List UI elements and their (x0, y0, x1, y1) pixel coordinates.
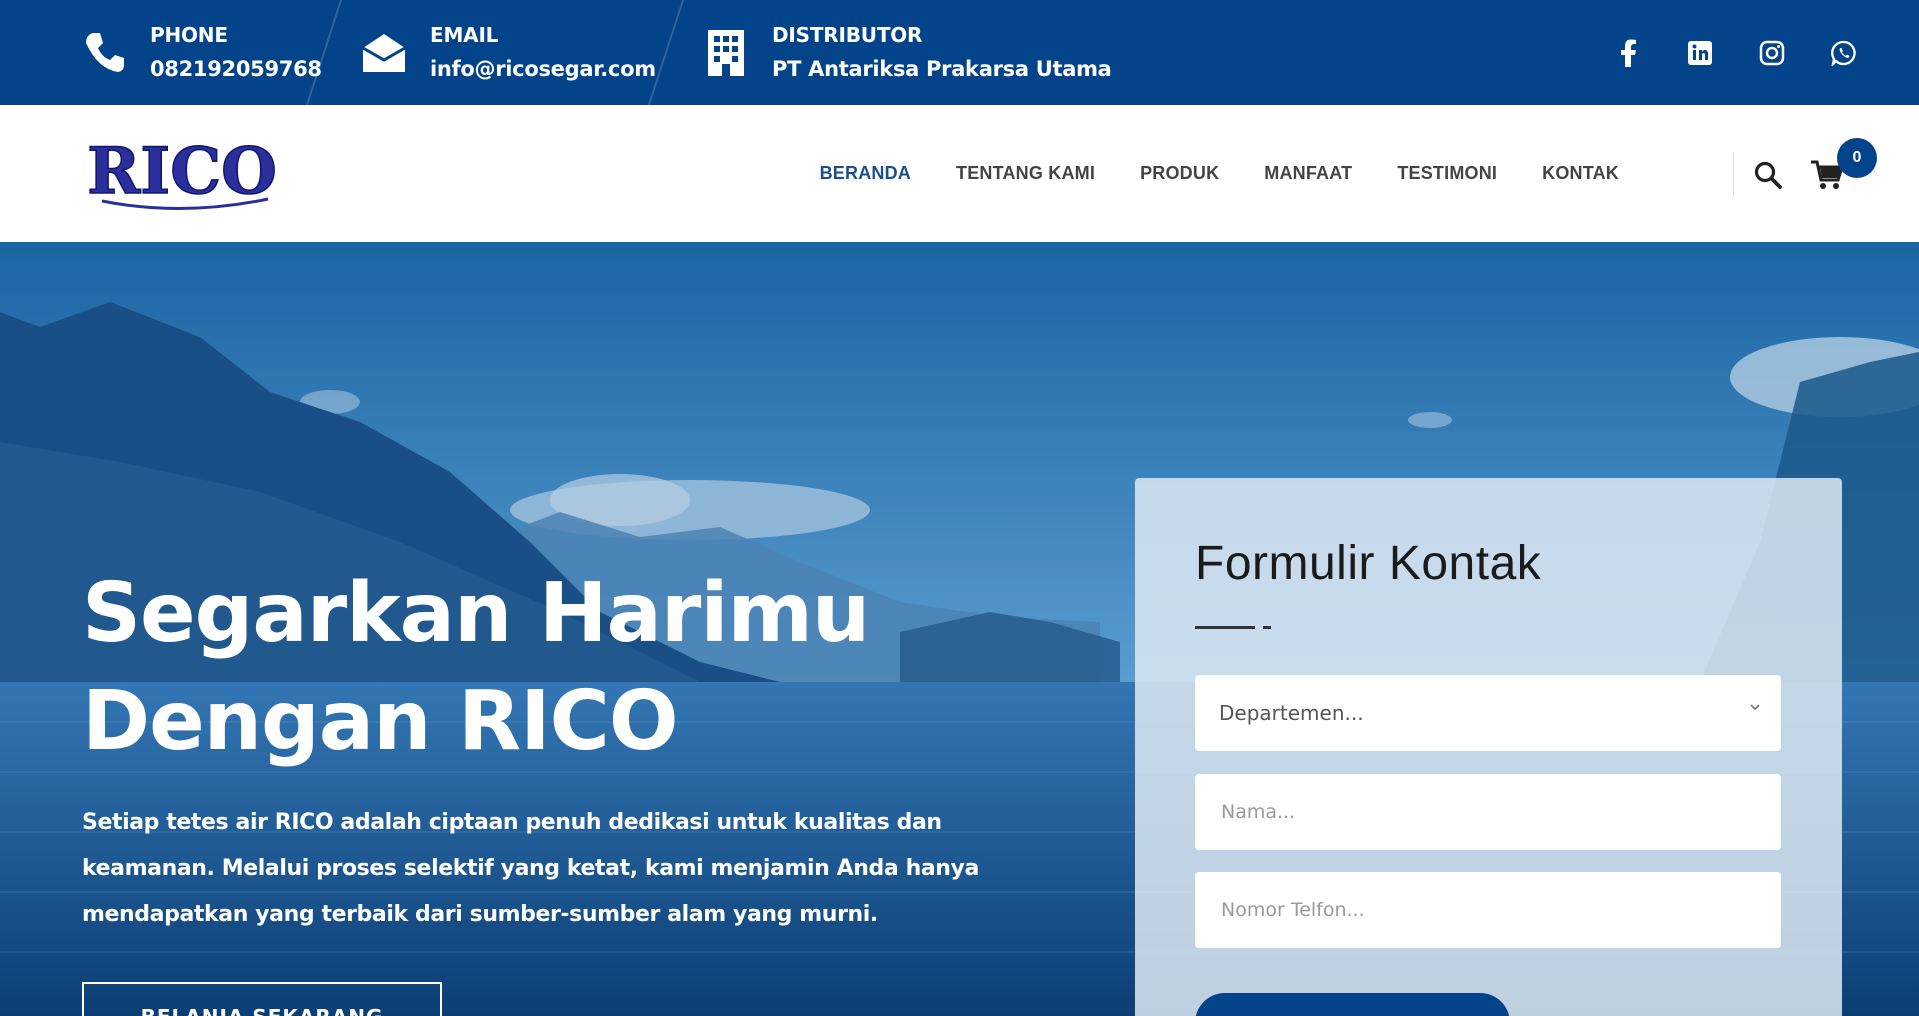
title-underline-dot (1263, 626, 1271, 629)
phone-field[interactable] (1195, 872, 1781, 948)
contact-form-card: Formulir Kontak Departemen... (1135, 478, 1842, 1016)
department-select-value: Departemen... (1219, 701, 1364, 725)
nav-kontak[interactable]: KONTAK (1542, 163, 1619, 184)
logo-text: RICO (87, 135, 277, 209)
top-info-bar: PHONE 082192059768 EMAIL info@ricosegar.… (0, 0, 1919, 105)
whatsapp-icon[interactable] (1829, 38, 1859, 68)
nav-testimoni[interactable]: TESTIMONI (1397, 163, 1497, 184)
rico-logo[interactable]: RICO (82, 133, 282, 215)
phone-info: PHONE 082192059768 (78, 0, 322, 105)
shop-now-button[interactable]: BELANJA SEKARANG (82, 982, 442, 1016)
nav-manfaat[interactable]: MANFAAT (1264, 163, 1352, 184)
name-field[interactable] (1195, 774, 1781, 850)
nav-divider (1733, 152, 1734, 196)
phone-label: PHONE (150, 22, 228, 47)
nav-beranda[interactable]: BERANDA (820, 163, 911, 184)
chevron-down-icon (1750, 704, 1760, 711)
facebook-icon[interactable] (1613, 38, 1643, 68)
name-input[interactable] (1219, 800, 1757, 824)
hero-heading: Segarkan Harimu Dengan RICO (82, 560, 870, 776)
hero-title-line-1: Segarkan Harimu (82, 566, 870, 661)
phone-icon (78, 27, 130, 79)
nav-menu: BERANDA TENTANG KAMI PRODUK MANFAAT TEST… (820, 105, 1619, 242)
distributor-name: PT Antariksa Prakarsa Utama (772, 56, 1112, 81)
phone-input[interactable] (1219, 898, 1757, 922)
submit-button[interactable] (1195, 993, 1510, 1016)
hero-description: Setiap tetes air RICO adalah ciptaan pen… (82, 810, 979, 927)
hero-title-line-2: Dengan RICO (82, 674, 679, 769)
nav-tentang-kami[interactable]: TENTANG KAMI (956, 163, 1095, 184)
social-links (1613, 0, 1859, 105)
nav-produk[interactable]: PRODUK (1140, 163, 1219, 184)
search-icon[interactable] (1753, 160, 1783, 190)
distributor-label: DISTRIBUTOR (772, 22, 923, 47)
cart-count-badge: 0 (1837, 138, 1877, 178)
title-underline (1195, 626, 1255, 629)
envelope-icon (358, 27, 410, 79)
hero-section: Segarkan Harimu Dengan RICO Setiap tetes… (0, 242, 1919, 1016)
email-label: EMAIL (430, 22, 499, 47)
distributor-info: DISTRIBUTOR PT Antariksa Prakarsa Utama (700, 0, 1112, 105)
phone-number[interactable]: 082192059768 (150, 57, 322, 81)
email-address[interactable]: info@ricosegar.com (430, 57, 656, 81)
instagram-icon[interactable] (1757, 38, 1787, 68)
department-select[interactable]: Departemen... (1195, 675, 1781, 751)
building-icon (700, 27, 752, 79)
email-info: EMAIL info@ricosegar.com (358, 0, 656, 105)
main-navbar: RICO BERANDA TENTANG KAMI PRODUK MANFAAT… (0, 105, 1919, 242)
linkedin-icon[interactable] (1685, 38, 1715, 68)
form-title: Formulir Kontak (1195, 537, 1542, 590)
